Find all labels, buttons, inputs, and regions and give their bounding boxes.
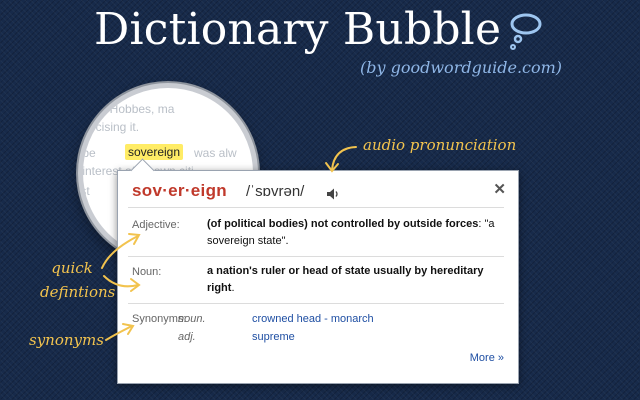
part-of-speech: Noun: [132, 266, 162, 278]
speech-bubble-icon [510, 13, 542, 50]
annotation-line: defintions [40, 283, 116, 301]
synonym-link[interactable]: crowned head - monarch [252, 313, 374, 325]
lens-text-line: s. [2] [79, 202, 90, 216]
lens-text-line: was alw [194, 146, 237, 160]
arrow-audio [331, 146, 357, 171]
definition: a nation's ruler or head of state usuall… [207, 263, 507, 297]
part-of-speech: Adjective: [132, 219, 180, 231]
annotation-quick-definitions: quick defintions [40, 256, 116, 304]
lens-text-line: y exercising it. [79, 120, 140, 134]
headword: sov·er·eign [132, 181, 227, 200]
app-title: Dictionary Bubble [94, 4, 502, 55]
annotation-synonyms: synonyms [29, 331, 104, 349]
annotation-line: quick [51, 259, 93, 277]
lens-text-line: Thomas Hobbes, ma [83, 102, 175, 116]
lens-text-line: erest [80, 184, 90, 198]
synonym-row: adj. supreme [178, 331, 295, 343]
divider [128, 256, 504, 257]
divider [128, 303, 504, 304]
synonym-pos: noun. [178, 313, 206, 325]
definition-example: . [231, 282, 235, 294]
synonym-row: noun. crowned head - monarch [178, 313, 374, 325]
lens-text-line: uld be [82, 146, 96, 160]
synonym-link[interactable]: supreme [252, 331, 295, 343]
divider [128, 207, 504, 208]
definition-text: (of political bodies) not controlled by … [207, 218, 479, 230]
close-button[interactable]: ✕ [493, 180, 506, 198]
synonym-pos: adj. [178, 331, 196, 343]
app-subtitle: (by goodwordguide.com) [360, 58, 563, 77]
more-link[interactable]: More » [470, 352, 504, 364]
highlighted-word[interactable]: sovereign [125, 144, 184, 160]
definition: (of political bodies) not controlled by … [207, 216, 507, 250]
pronunciation: /ˈsɒvrən/ [246, 183, 305, 200]
annotation-audio: audio pronunciation [363, 136, 517, 154]
definition-text: a nation's ruler or head of state usuall… [207, 265, 484, 294]
dictionary-popup: sov·er·eign /ˈsɒvrən/ ✕ Adjective: (of p… [117, 158, 519, 384]
speaker-icon[interactable] [326, 187, 340, 201]
